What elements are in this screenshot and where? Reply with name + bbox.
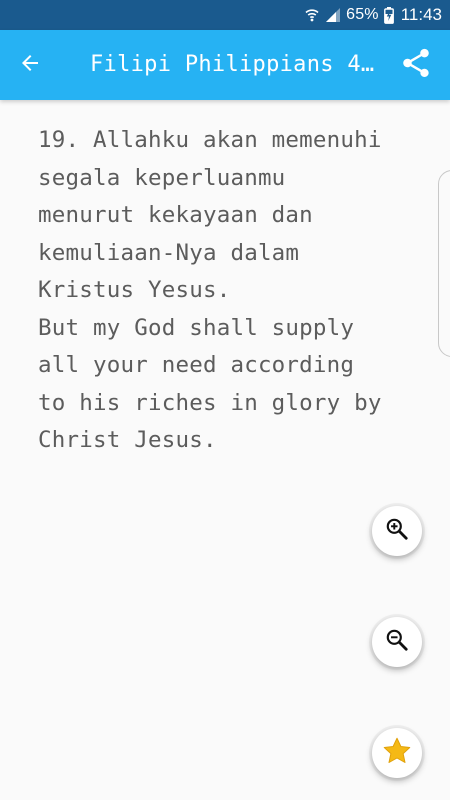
battery-charging-icon (383, 6, 394, 24)
arrow-back-icon (18, 51, 42, 79)
verse-text: 19. Allahku akan memenuhi segala keperlu… (38, 122, 433, 460)
verse-line: Kristus Yesus. (38, 277, 231, 303)
verse-line: all your need according (38, 352, 355, 378)
status-icons: 65% 11:43 (304, 0, 442, 30)
verse-line: kemuliaan-Nya dalam (38, 239, 300, 266)
scroll-indicator[interactable] (438, 170, 450, 357)
share-button[interactable] (396, 45, 436, 85)
favorite-button[interactable] (372, 728, 422, 778)
zoom-in-button[interactable] (372, 506, 422, 556)
verse-line: to his riches in glory by (38, 389, 382, 416)
zoom-in-icon (384, 516, 410, 546)
verse-line: 19. Allahku akan memenuhi (38, 127, 382, 153)
verse-line: segala keperluanmu (38, 164, 286, 191)
status-time: 11:43 (400, 5, 442, 24)
share-icon (399, 46, 433, 84)
app-bar: Filipi Philippians 4:19 (0, 30, 450, 100)
status-bar: 65% 11:43 (0, 0, 450, 30)
star-icon (382, 736, 412, 770)
zoom-out-icon (384, 627, 410, 657)
back-button[interactable] (12, 47, 48, 83)
signal-icon (325, 7, 341, 23)
verse-line: But my God shall supply (38, 314, 355, 341)
wifi-icon (304, 7, 320, 23)
page-title: Filipi Philippians 4:19 (90, 52, 380, 77)
battery-percent: 65% (346, 6, 379, 23)
zoom-out-button[interactable] (372, 617, 422, 667)
verse-line: Christ Jesus. (38, 427, 217, 453)
verse-line: menurut kekayaan dan (38, 202, 313, 228)
